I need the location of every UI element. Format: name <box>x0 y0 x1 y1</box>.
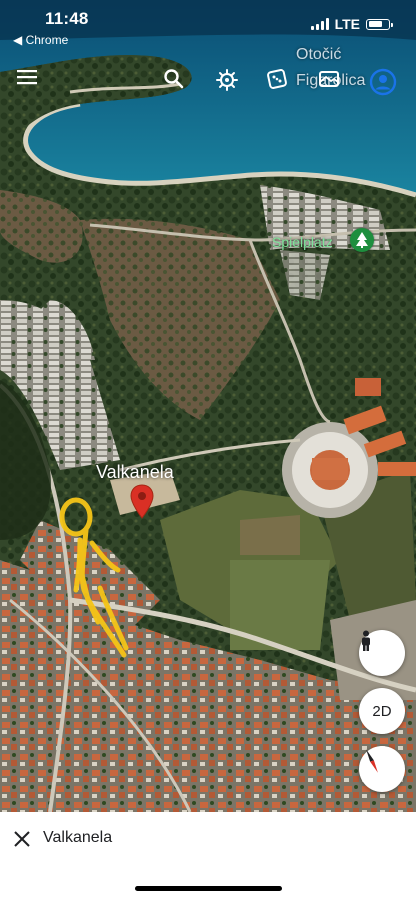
voyager-button[interactable] <box>215 68 249 102</box>
search-icon <box>164 69 184 89</box>
account-icon <box>369 68 397 96</box>
signal-icon <box>310 18 329 30</box>
back-to-app-link[interactable]: ◀ Chrome <box>13 33 68 47</box>
view-mode-toggle[interactable]: 2D <box>359 688 405 734</box>
network-type: LTE <box>334 16 360 32</box>
status-time: 11:48 <box>45 9 89 28</box>
status-bar: 11:48 ◀ Chrome LTE <box>0 0 416 50</box>
layers-icon <box>319 71 339 87</box>
place-title: Valkanela <box>43 829 113 846</box>
voyager-icon <box>216 69 238 91</box>
battery-icon <box>366 18 393 30</box>
tree-poi-icon[interactable] <box>350 228 374 252</box>
map-imagery <box>0 0 416 812</box>
network-status: LTE <box>310 16 393 32</box>
menu-button[interactable] <box>17 68 51 102</box>
playground-label: Spielplatz <box>272 234 333 250</box>
compass-button[interactable] <box>359 746 405 792</box>
map-style-button[interactable] <box>317 68 351 102</box>
compass-icon <box>366 749 378 773</box>
close-icon <box>14 831 30 847</box>
account-button[interactable] <box>369 68 403 102</box>
place-label: Valkanela <box>96 462 174 482</box>
search-button[interactable] <box>163 68 197 102</box>
menu-icon <box>17 70 37 85</box>
bottom-sheet: Valkanela <box>0 812 416 900</box>
pegman-icon <box>362 630 370 651</box>
close-button[interactable] <box>11 828 33 850</box>
satellite-map[interactable]: Otočić Figarolica Spielplatz Valkanela 1… <box>0 0 416 812</box>
feeling-lucky-button[interactable] <box>266 68 300 102</box>
home-indicator[interactable] <box>135 886 282 891</box>
dice-icon <box>267 69 287 89</box>
street-view-button[interactable] <box>359 630 405 676</box>
location-pin-icon[interactable] <box>130 484 154 520</box>
